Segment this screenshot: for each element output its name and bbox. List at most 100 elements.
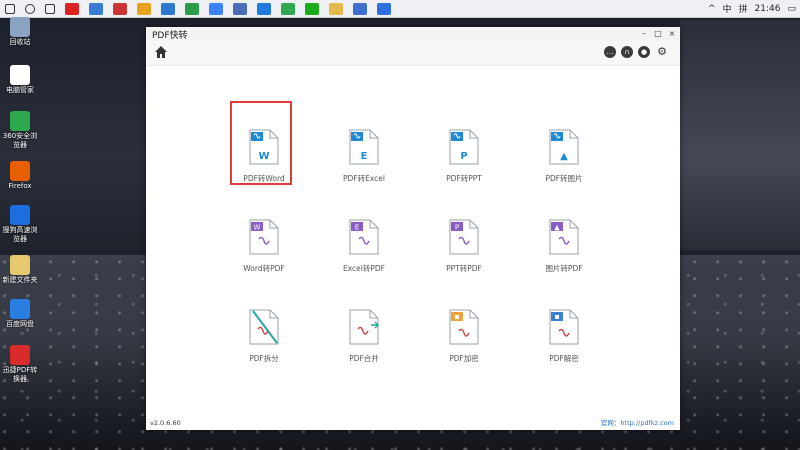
tile-PDF加密[interactable]: PDF加密 xyxy=(424,297,504,367)
document-icon: ▲ xyxy=(549,129,579,165)
taskbar-app-blue1-icon[interactable] xyxy=(89,2,103,15)
taskbar-start-icon[interactable] xyxy=(5,3,15,14)
taskbar-search-icon[interactable] xyxy=(25,3,35,14)
maximize-button[interactable]: □ xyxy=(652,27,664,41)
pc-manager-icon xyxy=(10,65,30,85)
desktop-icon-label: 百度网盘 xyxy=(6,320,34,328)
svg-text:▲: ▲ xyxy=(560,151,568,162)
tile-PPT转PDF[interactable]: P PPT转PDF xyxy=(424,207,504,277)
desktop-icon-label: 回收站 xyxy=(9,38,31,46)
title-bar[interactable]: PDF快转 – □ × xyxy=(146,27,680,41)
clock[interactable]: 21:46 xyxy=(755,4,781,14)
taskbar-app-chrome-icon[interactable] xyxy=(137,2,151,15)
firefox-icon xyxy=(10,161,30,181)
system-tray: ^ 中 拼 21:46 ▭ xyxy=(701,0,796,17)
document-icon: E xyxy=(349,219,379,255)
svg-text:E: E xyxy=(355,224,359,232)
document-icon: ▲ xyxy=(549,219,579,255)
minimize-button[interactable]: – xyxy=(638,27,650,41)
tile-PDF拆分[interactable]: PDF拆分 xyxy=(224,297,304,367)
ime-indicator[interactable]: 中 xyxy=(723,2,732,15)
desktop-icon-2[interactable]: 360安全浏览器 xyxy=(0,111,40,150)
desktop-icon-label: Firefox xyxy=(8,182,32,190)
tile-label: PPT转PDF xyxy=(446,264,482,273)
taskbar-app-blue3-icon[interactable] xyxy=(209,2,223,15)
tile-label: Word转PDF xyxy=(243,264,285,273)
taskbar-app-blue2-icon[interactable] xyxy=(161,2,175,15)
toolbar: … ∩ ● ⚙ xyxy=(146,41,680,66)
desktop-background-sky xyxy=(680,20,800,250)
tile-PDF转Excel[interactable]: E PDF转Excel xyxy=(324,117,404,187)
headset-icon[interactable]: ∩ xyxy=(621,46,633,58)
desktop-icon-label: 电脑管家 xyxy=(6,86,34,94)
taskbar-task-view-icon[interactable] xyxy=(45,3,55,14)
taskbar-app-green2-icon[interactable] xyxy=(281,2,295,15)
taskbar-app-folder-icon[interactable] xyxy=(329,2,343,15)
tile-label: PDF拆分 xyxy=(249,354,279,363)
taskbar: ^ 中 拼 21:46 ▭ xyxy=(0,0,800,18)
tile-label: PDF解密 xyxy=(549,354,579,363)
document-icon xyxy=(349,309,379,345)
desktop-icon-3[interactable]: Firefox xyxy=(0,161,40,191)
tile-label: PDF转Excel xyxy=(343,174,385,183)
document-icon xyxy=(449,309,479,345)
tile-PDF转图片[interactable]: ▲ PDF转图片 xyxy=(524,117,604,187)
desktop-icon-4[interactable]: 搜狗高速浏览器 xyxy=(0,205,40,244)
pdf-icon xyxy=(10,345,30,365)
desktop-icon-label: 迅捷PDF转换器 xyxy=(2,366,38,383)
browser-360-icon xyxy=(10,111,30,131)
taskbar-app-wechat-icon[interactable] xyxy=(305,2,319,15)
desktop-icon-0[interactable]: 回收站 xyxy=(0,17,40,47)
settings-icon[interactable]: ⚙ xyxy=(656,46,668,58)
taskbar-app-edge-icon[interactable] xyxy=(257,2,271,15)
taskbar-app-red1-icon[interactable] xyxy=(65,2,79,15)
document-icon: E xyxy=(349,129,379,165)
desktop-icon-7[interactable]: 迅捷PDF转换器 xyxy=(0,345,40,384)
taskbar-app-red2-icon[interactable] xyxy=(113,2,127,15)
desktop-icon-label: 360安全浏览器 xyxy=(2,132,38,149)
user-icon[interactable]: ● xyxy=(638,46,650,58)
home-icon[interactable] xyxy=(154,45,168,59)
desktop-icon-label: 新建文件夹 xyxy=(2,276,38,284)
folder-icon xyxy=(10,255,30,275)
tile-Excel转PDF[interactable]: E Excel转PDF xyxy=(324,207,404,277)
svg-text:▲: ▲ xyxy=(554,224,560,232)
tile-Word转PDF[interactable]: W Word转PDF xyxy=(224,207,304,277)
sogou-icon xyxy=(10,205,30,225)
tile-PDF解密[interactable]: PDF解密 xyxy=(524,297,604,367)
desktop-icon-5[interactable]: 新建文件夹 xyxy=(0,255,40,285)
taskbar-app-green-icon[interactable] xyxy=(185,2,199,15)
svg-text:E: E xyxy=(361,151,368,162)
tile-PDF合并[interactable]: PDF合并 xyxy=(324,297,404,367)
document-icon xyxy=(249,309,279,345)
recycle-bin-icon xyxy=(10,17,30,37)
website-link[interactable]: 官网：http://pdfkz.com xyxy=(601,417,674,427)
tile-label: Excel转PDF xyxy=(343,264,385,273)
taskbar-app-pdf-active-icon[interactable] xyxy=(377,2,391,15)
tile-label: PDF加密 xyxy=(449,354,479,363)
tile-label: 图片转PDF xyxy=(545,264,583,273)
highlight-box xyxy=(230,101,292,185)
document-icon: W xyxy=(249,219,279,255)
tray-expand-icon[interactable]: ^ xyxy=(708,4,716,14)
tile-label: PDF转PPT xyxy=(446,174,482,183)
ime-mode[interactable]: 拼 xyxy=(739,2,748,15)
tile-PDF转PPT[interactable]: P PDF转PPT xyxy=(424,117,504,187)
desktop-icon-6[interactable]: 百度网盘 xyxy=(0,299,40,329)
tile-图片转PDF[interactable]: ▲ 图片转PDF xyxy=(524,207,604,277)
desktop-icon-label: 搜狗高速浏览器 xyxy=(2,226,38,243)
document-icon: P xyxy=(449,129,479,165)
cloud-icon xyxy=(10,299,30,319)
version-label: v2.0.6.60 xyxy=(150,419,181,427)
svg-text:P: P xyxy=(455,224,459,232)
svg-text:W: W xyxy=(254,224,261,232)
tile-label: PDF合并 xyxy=(349,354,379,363)
tile-label: PDF转图片 xyxy=(545,174,583,183)
chat-icon[interactable]: … xyxy=(604,46,616,58)
taskbar-app-blue4-icon[interactable] xyxy=(353,2,367,15)
document-icon xyxy=(549,309,579,345)
taskbar-app-monitor-icon[interactable] xyxy=(233,2,247,15)
notification-icon[interactable]: ▭ xyxy=(787,4,796,14)
close-button[interactable]: × xyxy=(666,27,678,41)
desktop-icon-1[interactable]: 电脑管家 xyxy=(0,65,40,95)
